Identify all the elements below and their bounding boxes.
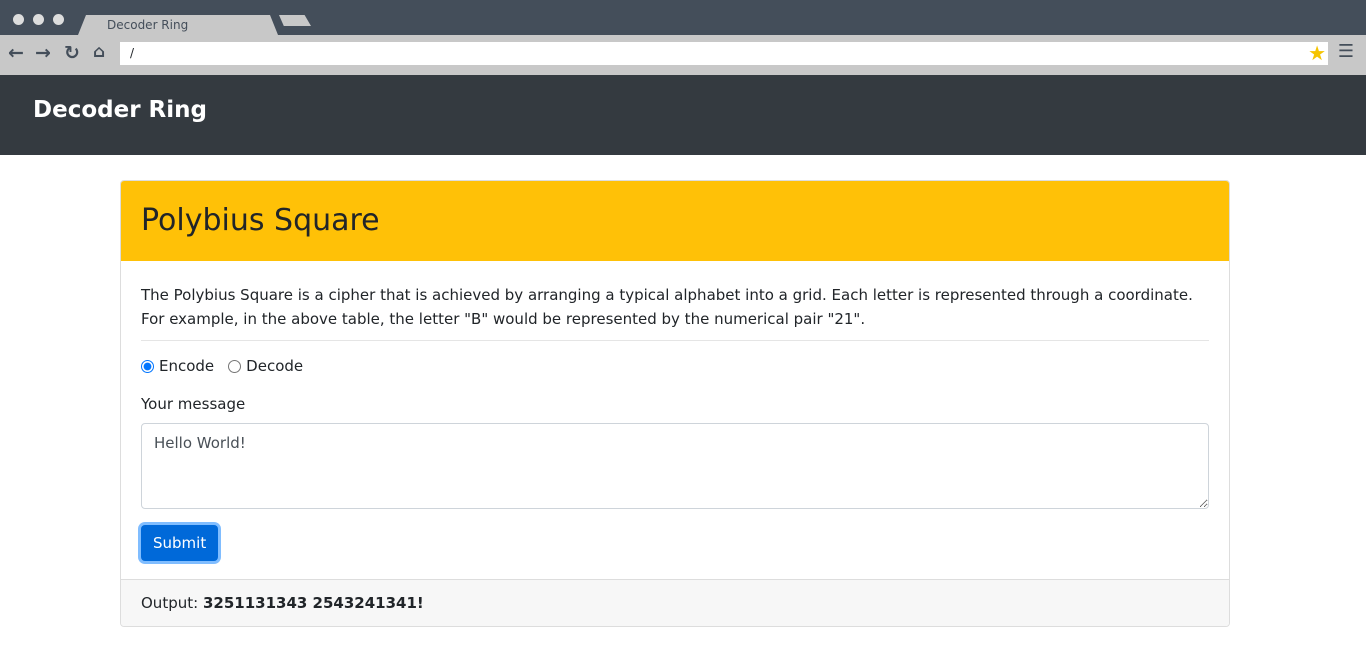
reload-icon[interactable]: ↻: [64, 42, 80, 64]
mode-radio-group: Encode Decode: [141, 357, 1209, 375]
description: The Polybius Square is a cipher that is …: [141, 286, 1193, 328]
submit-button[interactable]: Submit: [141, 525, 219, 561]
encode-option[interactable]: Encode: [141, 357, 214, 375]
url-text: /: [130, 46, 135, 60]
forward-icon[interactable]: →: [35, 42, 51, 64]
output-footer: Output: 3251131343 2543241341!: [121, 579, 1229, 626]
output-value: 3251131343 2543241341!: [202, 594, 424, 612]
navbar-brand[interactable]: Decoder Ring: [33, 97, 207, 123]
menu-icon[interactable]: ☰: [1338, 41, 1354, 62]
card-title: Polybius Square: [121, 181, 1229, 261]
browser-toolbar: ← → ↻ ⌂ / ★ ☰: [0, 35, 1366, 75]
decode-option[interactable]: Decode: [228, 357, 303, 375]
window-close-dot[interactable]: [13, 14, 24, 25]
divider: [141, 340, 1209, 341]
encode-label: Encode: [159, 357, 215, 375]
decode-label: Decode: [246, 357, 304, 375]
cipher-card: Polybius Square The Polybius Square is a…: [120, 180, 1230, 627]
address-bar[interactable]: /: [120, 42, 1328, 65]
window-maximize-dot[interactable]: [53, 14, 64, 25]
window-minimize-dot[interactable]: [33, 14, 44, 25]
bookmark-star-icon[interactable]: ★: [1308, 41, 1326, 65]
new-tab-button[interactable]: [279, 15, 311, 26]
tab-title: Decoder Ring: [107, 18, 189, 32]
message-label: Your message: [141, 395, 246, 413]
output-label: Output:: [141, 594, 199, 612]
encode-radio[interactable]: [141, 359, 154, 373]
back-icon[interactable]: ←: [8, 42, 24, 64]
browser-tab[interactable]: Decoder Ring: [78, 15, 278, 35]
navbar: Decoder Ring: [0, 75, 1366, 155]
message-input[interactable]: Hello World!: [141, 423, 1209, 509]
browser-tab-bar: Decoder Ring: [0, 0, 1366, 35]
decode-radio[interactable]: [228, 359, 242, 373]
home-icon[interactable]: ⌂: [93, 42, 105, 62]
